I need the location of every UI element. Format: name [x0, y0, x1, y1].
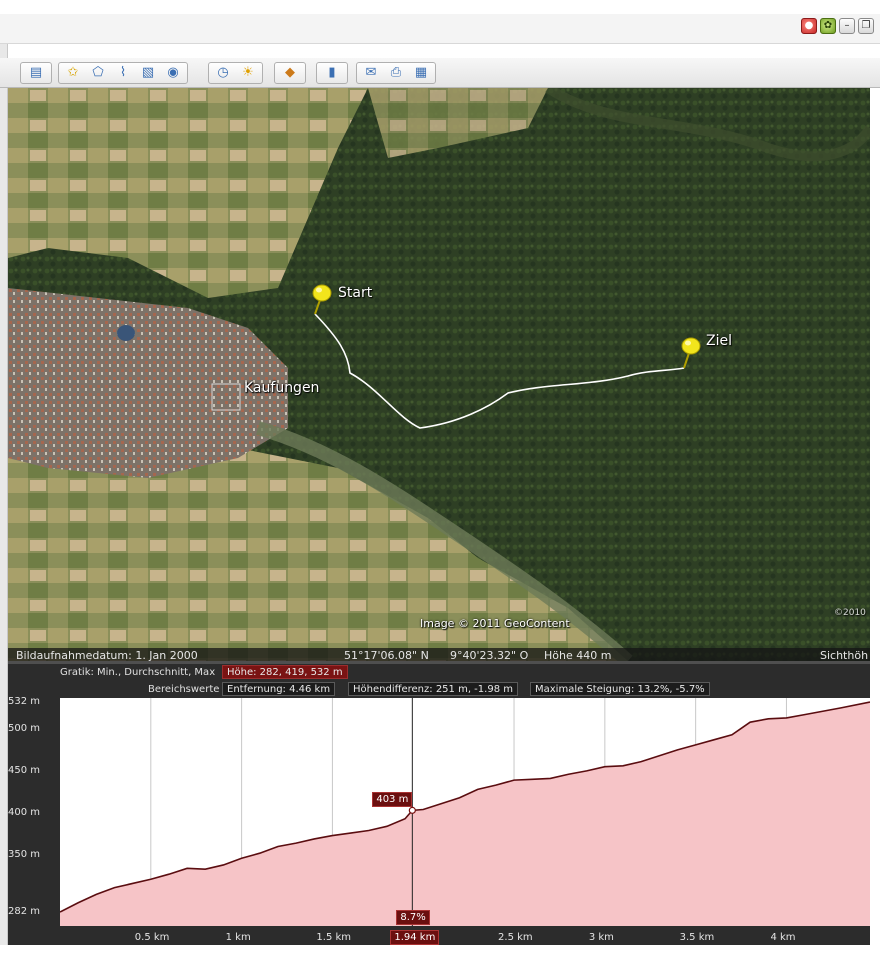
window-title-bar: ● ✿ – ❐ [0, 0, 880, 44]
y-tick-label: 500 m [8, 722, 41, 734]
x-tick-label: 0.5 km [134, 932, 170, 943]
toolbar-group-share: ✉ ⎙ ▦ [356, 62, 436, 84]
imagery-date: Bildaufnahmedatum: 1. Jan 2000 [16, 649, 198, 662]
toolbar-group-sky: ◆ [274, 62, 306, 84]
y-tick-label: 400 m [8, 806, 41, 818]
toolbar-group-add: ✩ ⬠ ⌇ ▧ ◉ [58, 62, 188, 84]
altitude-readout: Höhe 440 m [544, 649, 612, 662]
x-tick-label: 1.5 km [316, 932, 352, 943]
y-tick-label: 350 m [8, 848, 41, 860]
window-controls: ● ✿ – ❐ [801, 18, 874, 34]
switch-to-sky-icon[interactable]: ◆ [278, 63, 302, 83]
toolbar: ▤ ✩ ⬠ ⌇ ▧ ◉ ◷ ☀ ◆ ▮ ✉ ⎙ ▦ [0, 58, 880, 88]
ruler-icon[interactable]: ▮ [320, 63, 344, 83]
x-tick-label: 3 km [588, 932, 614, 943]
graph-stats-label: Gratik: Min., Durchschnitt, Max [60, 667, 216, 678]
placemark-label-ziel[interactable]: Ziel [706, 333, 732, 349]
view-in-maps-icon[interactable]: ▦ [410, 63, 432, 83]
placemark-label-start[interactable]: Start [338, 285, 372, 301]
bottom-strip [0, 945, 880, 957]
elevation-plot-area[interactable] [60, 698, 870, 926]
height-difference-box[interactable]: Höhendifferenz: 251 m, -1.98 m [348, 682, 518, 696]
y-tick-label: 532 m [8, 696, 41, 707]
toolbar-group-ruler: ▮ [316, 62, 348, 84]
map-view[interactable]: Start Ziel Kaufungen Image © 2011 GeoCon… [8, 88, 870, 661]
title-strip [0, 0, 880, 14]
toolbar-group-sidebar: ▤ [20, 62, 52, 84]
add-path-icon[interactable]: ⌇ [112, 63, 134, 83]
imagery-copyright: Image © 2011 GeoContent [420, 617, 570, 630]
x-tick-label: 4 km [770, 932, 796, 943]
distance-box[interactable]: Entfernung: 4.46 km [222, 682, 336, 696]
add-polygon-icon[interactable]: ⬠ [87, 63, 109, 83]
max-slope-box[interactable]: Maximale Steigung: 13.2%, -5.7% [530, 682, 710, 696]
town-label: Kaufungen [244, 380, 320, 396]
sidebar-toggle-icon[interactable]: ▤ [24, 63, 48, 83]
record-tour-icon[interactable]: ◉ [162, 63, 184, 83]
add-placemark-icon[interactable]: ✩ [62, 63, 84, 83]
corner-copyright: ©2010 [834, 608, 866, 618]
latitude-readout: 51°17'06.08" N [344, 649, 429, 662]
x-tick-label: 1 km [225, 932, 251, 943]
add-image-overlay-icon[interactable]: ▧ [137, 63, 159, 83]
x-tick-label: 2.5 km [498, 932, 533, 943]
sunlight-icon[interactable]: ☀ [237, 63, 259, 83]
toolbar-group-view: ◷ ☀ [208, 62, 263, 84]
status-bar: Bildaufnahmedatum: 1. Jan 2000 51°17'06.… [8, 648, 870, 664]
y-tick-label: 450 m [8, 764, 41, 776]
restore-button[interactable]: ❐ [858, 18, 874, 34]
minimize-button[interactable]: – [839, 18, 855, 34]
left-panel-edge [0, 44, 8, 945]
range-values-label: Bereichswerte [148, 684, 220, 695]
historical-imagery-icon[interactable]: ◷ [212, 63, 234, 83]
print-icon[interactable]: ⎙ [385, 63, 407, 83]
x-tick-label: 3.5 km [679, 932, 715, 943]
elevation-chart [60, 698, 870, 926]
elevation-area [60, 702, 870, 926]
elevation-profile-panel: Gratik: Min., Durchschnitt, Max Höhe: 28… [8, 664, 870, 945]
cursor-point [408, 806, 416, 814]
email-icon[interactable]: ✉ [360, 63, 382, 83]
notification-badge-icon[interactable]: ● [801, 18, 817, 34]
y-tick-label: 282 m [8, 906, 41, 917]
cursor-slope-box: 8.7% [396, 910, 430, 925]
google-earth-leaf-icon[interactable]: ✿ [820, 18, 836, 34]
cursor-distance-box: 1.94 km [390, 930, 440, 945]
height-stats-box[interactable]: Höhe: 282, 419, 532 m [222, 665, 348, 679]
cursor-elevation-box: 403 m [372, 792, 413, 808]
eye-altitude-readout: Sichthöh [820, 649, 869, 662]
satellite-imagery [8, 88, 870, 661]
longitude-readout: 9°40'23.32" O [450, 649, 529, 662]
